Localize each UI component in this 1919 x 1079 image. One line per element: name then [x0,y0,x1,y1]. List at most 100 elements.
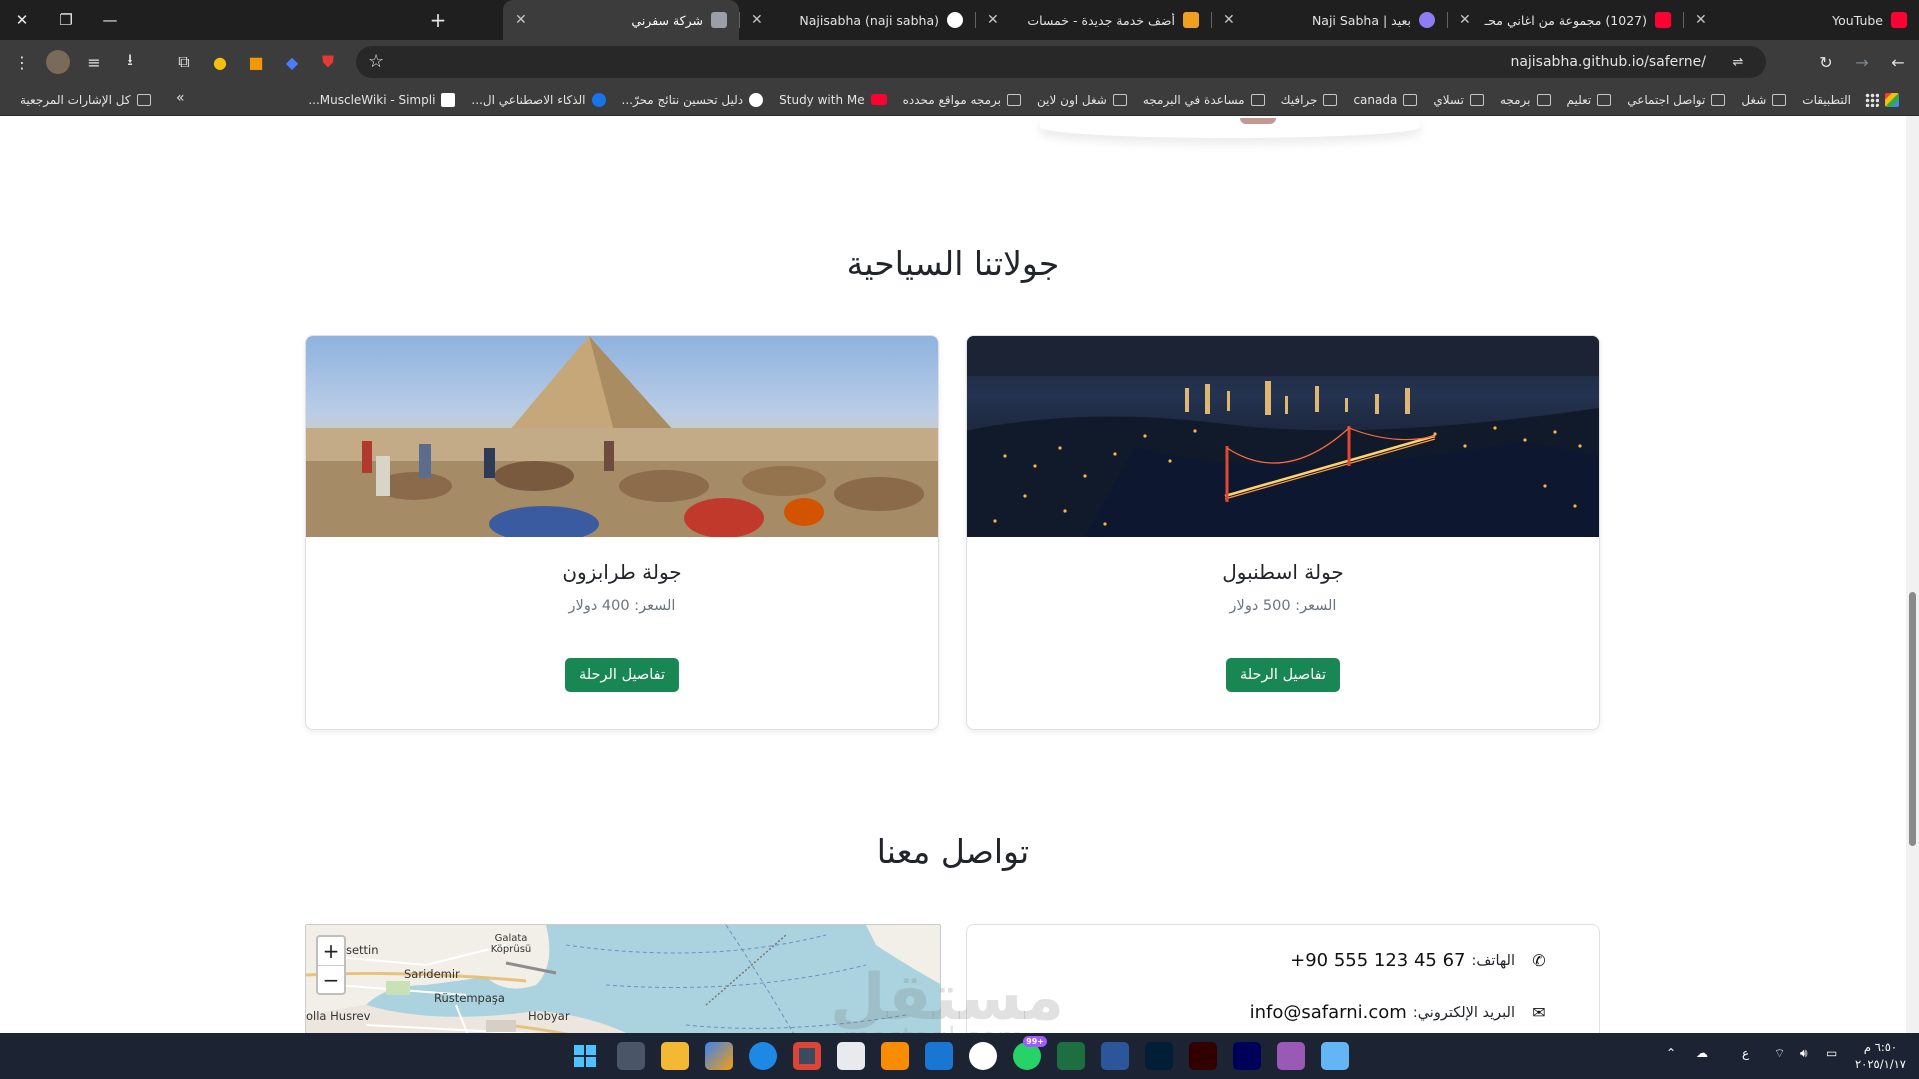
bookmark-folder[interactable]: شغل اون لاين [1029,93,1135,107]
shield-icon[interactable]: ⛊ [316,50,340,74]
minimize-window-button[interactable]: — [88,0,132,40]
tour-image-istanbul [967,336,1599,537]
tours-section-title: جولاتنا السياحية [846,244,1060,283]
bookmark-study-with-me[interactable]: Study with Me [771,93,894,107]
email-label: البريد الإلكتروني: [1412,1004,1515,1021]
bookmark-folder[interactable]: برمجه [1492,93,1559,107]
address-bar[interactable]: ☆ najisabha.github.io/saferne/ ⇌ [356,46,1766,78]
xampp-icon[interactable] [881,1042,909,1070]
forward-icon[interactable]: → [1850,50,1874,74]
close-tab-icon[interactable]: ✕ [751,12,763,28]
youtube-icon [1655,12,1671,28]
bookmark-label: MuscleWiki - Simpli... [308,92,436,107]
store-icon[interactable] [837,1042,865,1070]
tab-naji-sabha[interactable]: بعيد | Naji Sabha ✕ [1211,0,1447,40]
language-indicator[interactable]: ع [1742,1046,1749,1060]
site-info-icon[interactable]: ⇌ [1728,52,1748,72]
onedrive-icon[interactable]: ☁ [1696,1046,1708,1060]
task-view-icon[interactable] [617,1042,645,1070]
reading-list-icon[interactable]: ≡ [82,50,106,74]
excel-icon[interactable] [1057,1042,1085,1070]
download-icon[interactable]: ⭳ [118,50,142,74]
extension-blue-icon[interactable]: ◆ [280,50,304,74]
back-icon[interactable]: ← [1886,50,1910,74]
tab-list: YouTube ✕ (1027) مجموعة من اغاني محـ ✕ ب… [410,0,1919,40]
copilot-icon[interactable] [705,1042,733,1070]
close-tab-icon[interactable]: ✕ [1459,12,1471,28]
tour-card-trabzon: جولة طرابزون السعر: 400 دولار تفاصيل الر… [305,335,939,730]
tab-title: Najisabha (naji sabha) [799,12,939,28]
bookmark-ai[interactable]: الذكاء الاصطناعي ال... [463,92,613,107]
phone-label: الهاتف: [1471,952,1515,969]
start-icon[interactable] [571,1042,599,1070]
wifi-icon[interactable]: ⌔ [1774,1046,1785,1061]
map-label: Rüstempaşa [434,991,505,1005]
extensions-icon[interactable]: ⧉ [172,50,196,74]
windows-taskbar: 99+ ⌃ ☁ ع ⌔ 🔊︎ ▭ ٦:٥٠ م ٢٠٢٥/١/١٧ [0,1033,1919,1079]
zoom-in-button[interactable]: + [318,937,344,965]
bookmark-folder[interactable]: مساعدة في البرمجه [1135,93,1273,107]
profile-avatar[interactable] [46,50,70,74]
chatgpt-icon[interactable] [969,1042,997,1070]
url-text[interactable]: najisabha.github.io/saferne/ [1510,54,1706,70]
premiere-icon[interactable] [1233,1042,1261,1070]
apps-icon [1885,92,1899,107]
bookmark-musclewiki[interactable]: MuscleWiki - Simpli... [300,92,463,107]
bookmark-star-icon[interactable]: ☆ [368,51,384,72]
system-clock[interactable]: ٦:٥٠ م ٢٠٢٥/١/١٧ [1855,1039,1906,1073]
restore-window-button[interactable]: ❐ [44,0,88,40]
word-icon[interactable] [1101,1042,1129,1070]
bookmark-folder[interactable]: برمجه مواقع محدده [895,93,1029,107]
bookmark-folder[interactable]: تسلاي [1425,93,1492,107]
bookmark-folder[interactable]: شغل [1733,93,1794,107]
chevron-up-icon[interactable]: ⌃ [1666,1046,1676,1060]
tour-details-button[interactable]: تفاصيل الرحلة [1225,658,1341,692]
tab-safarni[interactable]: شركة سفرني ✕ [503,0,739,40]
bookmark-apps[interactable]: التطبيقات [1794,92,1907,107]
reload-icon[interactable]: ↻ [1814,50,1838,74]
chrome-icon[interactable] [793,1042,821,1070]
bookmark-folder[interactable]: تعليم [1559,93,1620,107]
app-icon[interactable] [1277,1042,1305,1070]
volume-icon[interactable]: 🔊︎ [1800,1046,1808,1061]
close-window-button[interactable]: ✕ [0,0,44,40]
page-scrollbar[interactable] [1906,116,1919,1033]
menu-icon[interactable]: ⋮ [10,50,34,74]
scrollbar-thumb[interactable] [1909,592,1916,846]
illustrator-icon[interactable] [1189,1042,1217,1070]
tab-youtube[interactable]: YouTube ✕ [1683,0,1919,40]
all-bookmarks-button[interactable]: كل الإشارات المرجعية [12,84,159,116]
tour-card-istanbul: جولة اسطنبول السعر: 500 دولار تفاصيل الر… [966,335,1600,730]
file-explorer-icon[interactable] [661,1042,689,1070]
close-tab-icon[interactable]: ✕ [515,12,527,28]
tour-details-button[interactable]: تفاصيل الرحلة [564,658,680,692]
close-tab-icon[interactable]: ✕ [1223,12,1235,28]
tab-khamsat[interactable]: أضف خدمة جديدة - خمسات ✕ [975,0,1211,40]
extension-yellow-icon[interactable]: ● [208,50,232,74]
decorative-shape [1240,118,1276,124]
folder-icon [1536,93,1551,106]
close-tab-icon[interactable]: ✕ [1695,12,1707,28]
tab-youtube-songs[interactable]: (1027) مجموعة من اغاني محـ ✕ [1447,0,1683,40]
bookmark-folder[interactable]: canada [1345,93,1425,107]
contact-section-title: تواصل معنا [876,832,1030,871]
extension-burger-icon[interactable]: ■ [244,50,268,74]
close-icon: ✕ [15,11,29,29]
bookmark-label: تواصل اجتماعي [1627,92,1706,107]
browser-tab-strip: ✕ ❐ — + YouTube ✕ (1027) مجموعة من اغاني… [0,0,1919,40]
bookmarks-overflow-button[interactable]: » [176,90,185,106]
notepad-icon[interactable] [1321,1042,1349,1070]
bookmark-label: دليل تحسين نتائج محرّ... [621,92,744,107]
edge-icon[interactable] [749,1042,777,1070]
site-favicon-icon [711,12,727,28]
bookmark-folder[interactable]: جرافيك [1273,93,1346,107]
bookmark-folder[interactable]: تواصل اجتماعي [1619,93,1733,107]
zoom-out-button[interactable]: − [318,965,344,993]
battery-icon[interactable]: ▭ [1826,1046,1837,1060]
tab-github[interactable]: Najisabha (naji sabha) ✕ [739,0,975,40]
close-tab-icon[interactable]: ✕ [987,12,999,28]
whatsapp-icon[interactable]: 99+ [1013,1036,1047,1070]
photoshop-icon[interactable] [1145,1042,1173,1070]
vscode-icon[interactable] [925,1042,953,1070]
bookmark-google-guide[interactable]: دليل تحسين نتائج محرّ... [614,92,772,107]
